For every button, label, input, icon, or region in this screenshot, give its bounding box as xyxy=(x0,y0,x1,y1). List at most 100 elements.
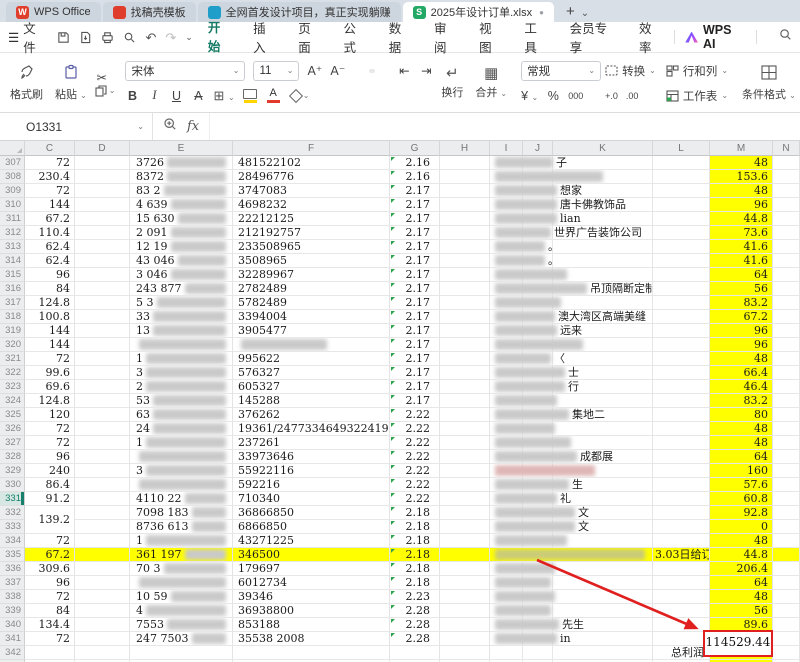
cell[interactable]: 2.18 xyxy=(390,576,440,590)
cell[interactable] xyxy=(653,464,710,478)
row-header[interactable]: 317 xyxy=(0,296,25,310)
cell[interactable] xyxy=(130,646,233,660)
cell[interactable]: 成都展 xyxy=(490,450,653,464)
merged-cell-c1332-c1333[interactable]: 139.2 xyxy=(25,506,75,534)
cell[interactable] xyxy=(440,226,490,240)
cell[interactable] xyxy=(490,604,653,618)
row-header[interactable]: 325 xyxy=(0,408,25,422)
cell[interactable] xyxy=(75,436,130,450)
cell[interactable]: 2.17 xyxy=(390,226,440,240)
cell[interactable]: 2.17 xyxy=(390,352,440,366)
cell[interactable]: 212192757 xyxy=(233,226,390,240)
cell[interactable] xyxy=(440,604,490,618)
cell[interactable]: 2.22 xyxy=(390,408,440,422)
cell[interactable] xyxy=(773,212,800,226)
cell[interactable] xyxy=(440,394,490,408)
cell[interactable]: 120 xyxy=(25,408,75,422)
cell[interactable] xyxy=(440,310,490,324)
row-header[interactable]: 341 xyxy=(0,632,25,646)
row-header[interactable]: 319 xyxy=(0,324,25,338)
cell[interactable]: 376262 xyxy=(233,408,390,422)
cell[interactable]: 15 630 xyxy=(130,212,233,226)
cell[interactable]: 3.03日给订 xyxy=(653,548,710,562)
cell[interactable]: 2.28 xyxy=(390,604,440,618)
cell[interactable]: 67.2 xyxy=(25,548,75,562)
cell[interactable] xyxy=(440,254,490,268)
cell[interactable]: 1 xyxy=(130,436,233,450)
cell[interactable]: 91.2 xyxy=(25,492,75,506)
cell[interactable] xyxy=(653,604,710,618)
cell[interactable]: 153.6 xyxy=(710,170,773,184)
tab-template-site[interactable]: 找稿壳模板 xyxy=(103,2,196,22)
cell[interactable]: 83.2 xyxy=(710,394,773,408)
cell[interactable]: 92.8 xyxy=(710,506,773,520)
cell[interactable]: 63 xyxy=(130,408,233,422)
cell[interactable]: 60.8 xyxy=(710,492,773,506)
cell[interactable]: 100.8 xyxy=(25,310,75,324)
cell[interactable] xyxy=(773,562,800,576)
cell[interactable] xyxy=(440,380,490,394)
cell[interactable]: 110.4 xyxy=(25,226,75,240)
cell[interactable] xyxy=(773,352,800,366)
increase-indent-button[interactable]: ⇥ xyxy=(419,63,433,78)
row-header[interactable]: 339 xyxy=(0,604,25,618)
column-header-I[interactable]: I xyxy=(490,141,523,156)
strikethrough-button[interactable]: A xyxy=(191,89,205,103)
wrap-text-button[interactable]: ↵ 换行 xyxy=(435,66,469,100)
cell[interactable]: 206.4 xyxy=(710,562,773,576)
cell[interactable]: 41.6 xyxy=(710,254,773,268)
cell[interactable] xyxy=(773,156,800,170)
cell[interactable]: 96 xyxy=(710,198,773,212)
cell[interactable]: 179697 xyxy=(233,562,390,576)
cell[interactable]: 5 3 xyxy=(130,296,233,310)
save-icon[interactable] xyxy=(57,31,70,44)
cell[interactable] xyxy=(75,324,130,338)
conditional-format-button[interactable]: 条件格式 ⌄ xyxy=(736,56,800,110)
cell[interactable] xyxy=(653,576,710,590)
underline-button[interactable]: U xyxy=(169,89,183,103)
cell[interactable] xyxy=(75,282,130,296)
cell[interactable] xyxy=(773,604,800,618)
cell[interactable] xyxy=(653,436,710,450)
cell[interactable] xyxy=(75,240,130,254)
bold-button[interactable]: B xyxy=(125,89,139,103)
cell[interactable] xyxy=(653,366,710,380)
cell[interactable] xyxy=(490,394,653,408)
cell[interactable]: 64 xyxy=(710,576,773,590)
cell[interactable]: 64 xyxy=(710,450,773,464)
cell[interactable]: 124.8 xyxy=(25,296,75,310)
cell[interactable]: 62.4 xyxy=(25,240,75,254)
cell[interactable] xyxy=(75,352,130,366)
tab-efficiency[interactable]: 效率 xyxy=(638,12,664,62)
cell[interactable] xyxy=(75,268,130,282)
cell[interactable]: 1 xyxy=(130,352,233,366)
row-header[interactable]: 315 xyxy=(0,268,25,282)
distributed-button[interactable] xyxy=(411,94,417,98)
cell[interactable]: 2.23 xyxy=(390,590,440,604)
cell[interactable]: 2 091 xyxy=(130,226,233,240)
cell[interactable]: 57.6 xyxy=(710,478,773,492)
column-header-J[interactable]: J xyxy=(523,141,553,156)
cell[interactable]: 4 xyxy=(130,604,233,618)
cell[interactable]: 24 xyxy=(130,422,233,436)
cell[interactable] xyxy=(653,282,710,296)
print-icon[interactable] xyxy=(101,31,114,44)
row-header[interactable]: 308 xyxy=(0,170,25,184)
align-bottom-button[interactable] xyxy=(383,69,389,73)
cell[interactable]: 32289967 xyxy=(233,268,390,282)
cell[interactable] xyxy=(773,296,800,310)
cell[interactable] xyxy=(773,268,800,282)
cell[interactable]: 55922116 xyxy=(233,464,390,478)
cell[interactable] xyxy=(75,576,130,590)
row-header[interactable]: 324 xyxy=(0,394,25,408)
cell[interactable]: 2.17 xyxy=(390,366,440,380)
cell[interactable]: 48 xyxy=(710,184,773,198)
cell[interactable] xyxy=(773,422,800,436)
cell[interactable]: 96 xyxy=(25,450,75,464)
cell[interactable]: 1 xyxy=(130,534,233,548)
row-header[interactable]: 328 xyxy=(0,450,25,464)
cell[interactable]: 士 xyxy=(490,366,653,380)
cell[interactable] xyxy=(440,324,490,338)
cell[interactable]: 70 3 xyxy=(130,562,233,576)
cell[interactable]: 13 xyxy=(130,324,233,338)
